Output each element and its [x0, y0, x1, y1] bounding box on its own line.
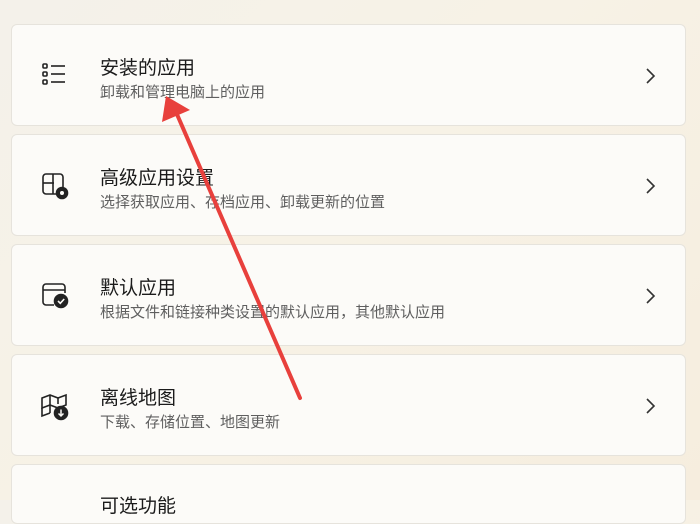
chevron-right-icon — [643, 66, 657, 86]
item-title: 可选功能 — [100, 495, 177, 517]
advanced-app-settings-item[interactable]: 高级应用设置 选择获取应用、存档应用、卸载更新的位置 — [11, 134, 686, 236]
offline-map-icon — [40, 391, 70, 421]
item-title: 安装的应用 — [100, 57, 196, 79]
item-subtitle: 卸载和管理电脑上的应用 — [100, 83, 266, 101]
item-title: 离线地图 — [100, 387, 177, 409]
item-subtitle: 下载、存储位置、地图更新 — [100, 413, 281, 431]
app-settings-icon — [40, 171, 70, 201]
optional-features-item[interactable]: 可选功能 — [11, 464, 686, 524]
list-icon — [40, 59, 70, 89]
item-subtitle: 根据文件和链接种类设置的默认应用，其他默认应用 — [100, 303, 446, 321]
chevron-right-icon — [643, 286, 657, 306]
item-subtitle: 选择获取应用、存档应用、卸载更新的位置 — [100, 193, 386, 211]
installed-apps-item[interactable]: 安装的应用 卸载和管理电脑上的应用 — [11, 24, 686, 126]
default-apps-item[interactable]: 默认应用 根据文件和链接种类设置的默认应用，其他默认应用 — [11, 244, 686, 346]
default-apps-icon — [40, 280, 70, 310]
item-title: 默认应用 — [100, 277, 177, 299]
chevron-right-icon — [643, 396, 657, 416]
item-title: 高级应用设置 — [100, 167, 215, 189]
chevron-right-icon — [643, 176, 657, 196]
offline-maps-item[interactable]: 离线地图 下载、存储位置、地图更新 — [11, 354, 686, 456]
